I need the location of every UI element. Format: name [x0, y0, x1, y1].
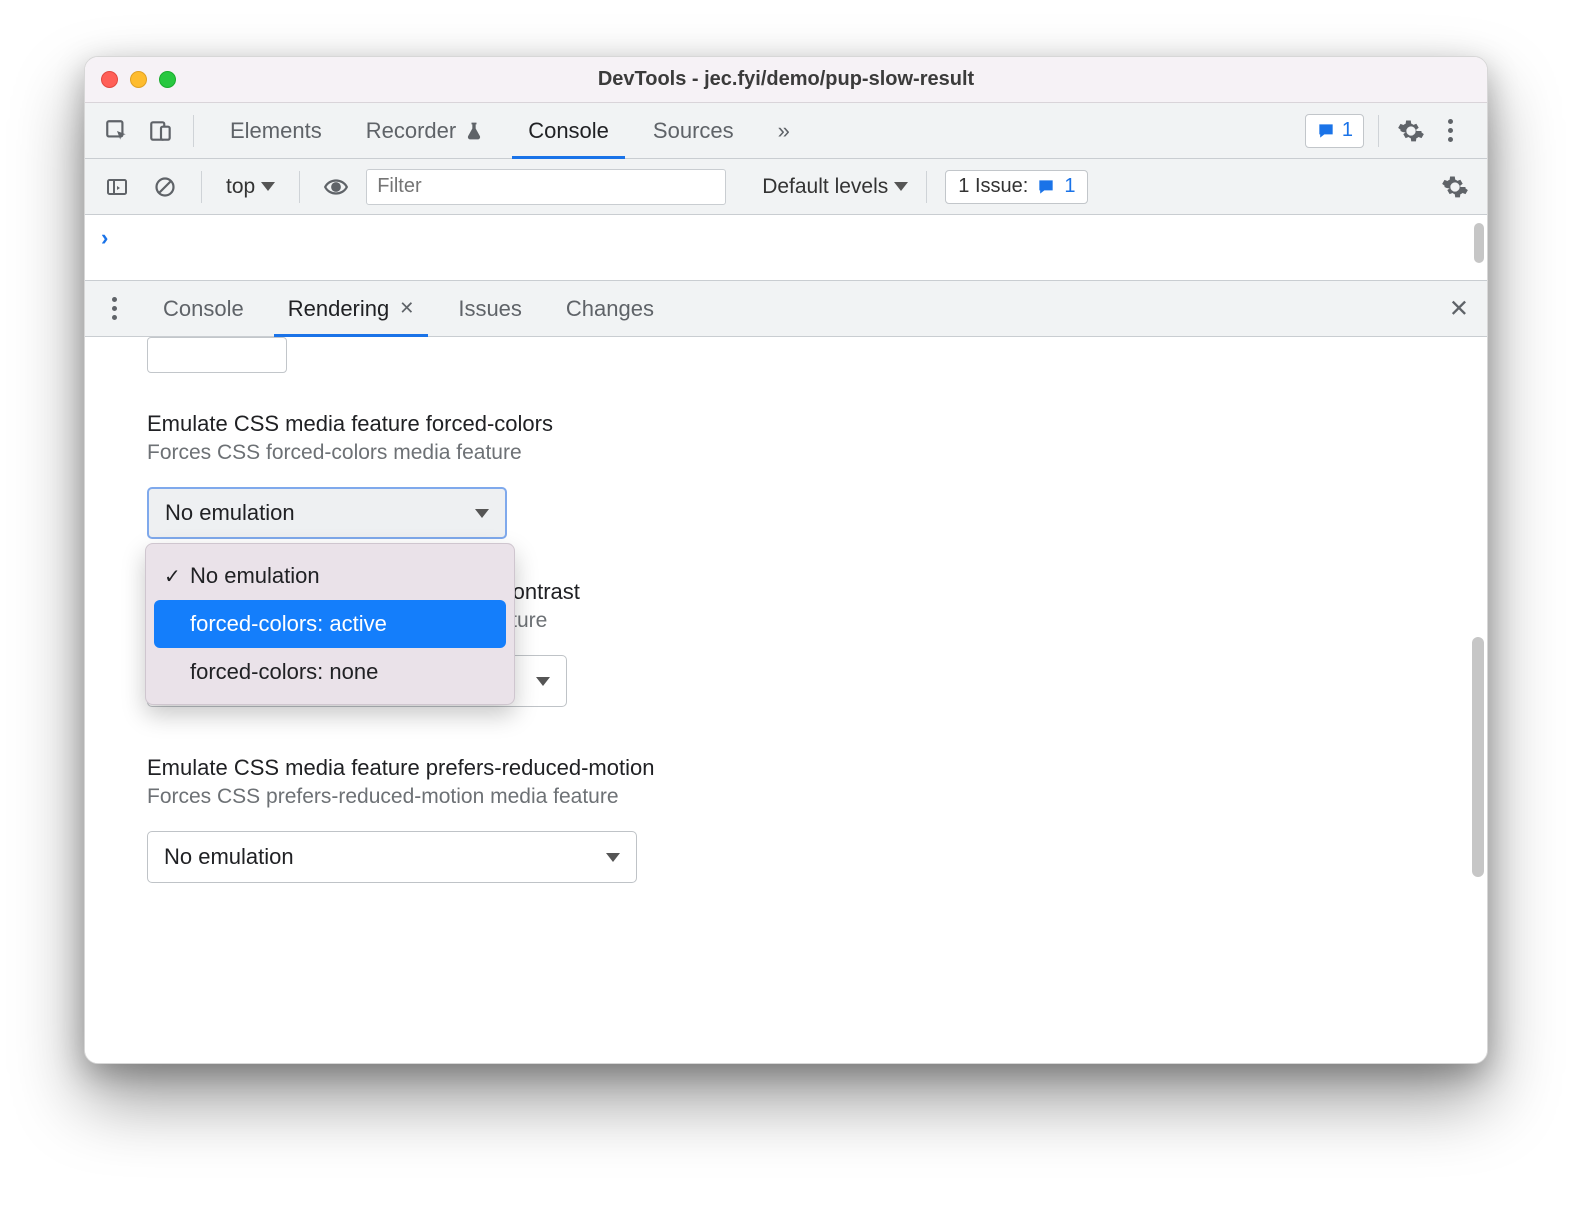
- option-label: No emulation: [190, 563, 320, 589]
- chevron-down-icon: [606, 853, 620, 862]
- section-subtitle: Forces CSS prefers-reduced-motion media …: [147, 785, 1425, 809]
- console-output[interactable]: ›: [85, 215, 1487, 281]
- flask-icon: [464, 121, 484, 141]
- devtools-window: DevTools - jec.fyi/demo/pup-slow-result …: [84, 56, 1488, 1064]
- filter-input[interactable]: [366, 169, 726, 205]
- console-settings-icon[interactable]: [1437, 169, 1473, 205]
- settings-icon[interactable]: [1393, 113, 1429, 149]
- main-toolbar: Elements Recorder Console Sources »: [85, 103, 1487, 159]
- prompt-caret-icon: ›: [101, 225, 108, 250]
- close-drawer-icon[interactable]: ✕: [1449, 294, 1469, 323]
- tab-recorder[interactable]: Recorder: [344, 103, 506, 159]
- check-icon: ✓: [164, 564, 181, 589]
- section-title: Emulate CSS media feature forced-colors: [147, 411, 1425, 437]
- issue-count-button[interactable]: 1: [1305, 114, 1364, 148]
- option-label: forced-colors: active: [190, 611, 387, 637]
- minimize-window-icon[interactable]: [130, 71, 147, 88]
- issues-label: 1 Issue:: [958, 175, 1028, 198]
- close-tab-icon[interactable]: ✕: [399, 298, 414, 319]
- tab-label: Elements: [230, 118, 322, 144]
- more-menu-icon[interactable]: [1437, 113, 1473, 149]
- forced-colors-dropdown: ✓ No emulation forced-colors: active for…: [145, 543, 515, 705]
- tab-label: Console: [528, 118, 609, 144]
- drawer-tabstrip: Console Rendering ✕ Issues Changes ✕: [85, 281, 1487, 337]
- prefers-reduced-motion-select[interactable]: No emulation: [147, 831, 637, 883]
- scrollbar-thumb[interactable]: [1472, 637, 1484, 877]
- inspect-element-icon[interactable]: [99, 113, 135, 149]
- drawer-tab-rendering[interactable]: Rendering ✕: [268, 281, 435, 337]
- chat-icon: [1316, 121, 1336, 141]
- titlebar: DevTools - jec.fyi/demo/pup-slow-result: [85, 57, 1487, 103]
- section-forced-colors: Emulate CSS media feature forced-colors …: [147, 411, 1425, 539]
- window-controls: [101, 71, 176, 88]
- close-window-icon[interactable]: [101, 71, 118, 88]
- section-prefers-reduced-motion: Emulate CSS media feature prefers-reduce…: [147, 755, 1425, 883]
- select-value: No emulation: [164, 844, 294, 870]
- console-sidebar-toggle-icon[interactable]: [99, 169, 135, 205]
- separator: [1378, 115, 1379, 147]
- forced-colors-select[interactable]: No emulation: [147, 487, 507, 539]
- separator: [193, 115, 194, 147]
- clear-console-icon[interactable]: [147, 169, 183, 205]
- chat-icon: [1036, 177, 1056, 197]
- window-title: DevTools - jec.fyi/demo/pup-slow-result: [85, 68, 1487, 91]
- chevron-down-icon: [536, 677, 550, 686]
- tab-elements[interactable]: Elements: [208, 103, 344, 159]
- dropdown-option-active[interactable]: forced-colors: active: [154, 600, 506, 648]
- live-expression-icon[interactable]: [318, 169, 354, 205]
- chevron-down-icon: [475, 509, 489, 518]
- tab-label: Changes: [566, 296, 654, 322]
- drawer-tab-console[interactable]: Console: [143, 281, 264, 337]
- separator: [299, 171, 300, 203]
- section-title: Emulate CSS media feature prefers-reduce…: [147, 755, 1425, 781]
- levels-label: Default levels: [762, 175, 888, 199]
- context-selector[interactable]: top: [220, 175, 281, 199]
- tab-label: Console: [163, 296, 244, 322]
- separator: [201, 171, 202, 203]
- tab-console[interactable]: Console: [506, 103, 631, 159]
- drawer-tab-changes[interactable]: Changes: [546, 281, 674, 337]
- tab-label: Issues: [458, 296, 522, 322]
- tab-label: Recorder: [366, 118, 456, 144]
- option-label: forced-colors: none: [190, 659, 378, 685]
- chevron-down-icon: [261, 182, 275, 191]
- section-subtitle: Forces CSS forced-colors media feature: [147, 441, 1425, 465]
- console-toolbar: top Default levels 1 Issue: 1: [85, 159, 1487, 215]
- main-tabs: Elements Recorder Console Sources »: [208, 103, 809, 159]
- issues-counter[interactable]: 1 Issue: 1: [945, 170, 1088, 204]
- device-toolbar-icon[interactable]: [143, 113, 179, 149]
- drawer-tab-issues[interactable]: Issues: [438, 281, 542, 337]
- partial-select-above[interactable]: [147, 337, 287, 373]
- issues-count: 1: [1064, 175, 1075, 198]
- dropdown-option-no-emulation[interactable]: ✓ No emulation: [154, 552, 506, 600]
- log-levels-selector[interactable]: Default levels: [762, 175, 908, 199]
- tabs-overflow-icon[interactable]: »: [756, 103, 809, 159]
- tab-label: Sources: [653, 118, 734, 144]
- tab-label: Rendering: [288, 296, 390, 322]
- zoom-window-icon[interactable]: [159, 71, 176, 88]
- tab-sources[interactable]: Sources: [631, 103, 756, 159]
- dropdown-option-none[interactable]: forced-colors: none: [154, 648, 506, 696]
- issue-count: 1: [1342, 119, 1353, 142]
- drawer-more-icon[interactable]: [99, 297, 129, 320]
- scrollbar-thumb[interactable]: [1474, 223, 1484, 263]
- separator: [926, 171, 927, 203]
- chevron-down-icon: [894, 182, 908, 191]
- rendering-panel: Emulate CSS media feature forced-colors …: [85, 337, 1487, 1063]
- select-value: No emulation: [165, 500, 295, 526]
- context-label: top: [226, 175, 255, 199]
